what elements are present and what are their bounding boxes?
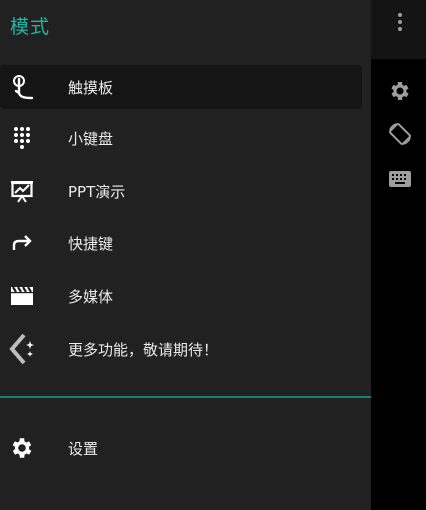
screen-rotation-icon[interactable] [387,121,413,147]
drawer-item-label: 触摸板 [68,78,114,97]
drawer-title: 模式 [10,16,51,38]
drawer-item-label: 多媒体 [68,287,114,306]
presentation-icon [8,177,36,205]
gear-icon[interactable] [387,78,413,104]
drawer-item-label: PPT演示 [68,182,126,201]
drawer-item-label: 小键盘 [68,129,114,148]
keyboard-icon[interactable] [387,166,413,192]
drawer-item-multimedia[interactable]: 多媒体 [0,274,362,318]
drawer-item-touchpad[interactable]: 触摸板 [0,65,362,109]
forward-arrow-icon [8,229,36,257]
sparkle-chevron-icon [8,333,36,365]
drawer-item-keypad[interactable]: 小键盘 [0,116,362,160]
right-toolbar [371,0,426,510]
drawer-item-ppt[interactable]: PPT演示 [0,169,362,213]
movie-icon [8,282,36,310]
touch-icon [8,73,36,101]
drawer-item-label: 更多功能，敬请期待！ [68,340,219,359]
drawer-item-shortcuts[interactable]: 快捷键 [0,221,362,265]
navigation-drawer: 模式 触摸板 小键盘 PPT演示 快捷键 多媒体 更多功能，敬请期待！ 设置 [0,0,371,510]
drawer-item-label: 设置 [68,439,99,458]
drawer-item-label: 快捷键 [68,234,114,253]
gear-icon [8,434,36,462]
drawer-divider [0,396,371,398]
drawer-item-settings[interactable]: 设置 [0,426,362,470]
more-vert-icon[interactable] [387,9,413,35]
drawer-item-more[interactable]: 更多功能，敬请期待！ [0,327,362,371]
dialpad-icon [8,124,36,152]
